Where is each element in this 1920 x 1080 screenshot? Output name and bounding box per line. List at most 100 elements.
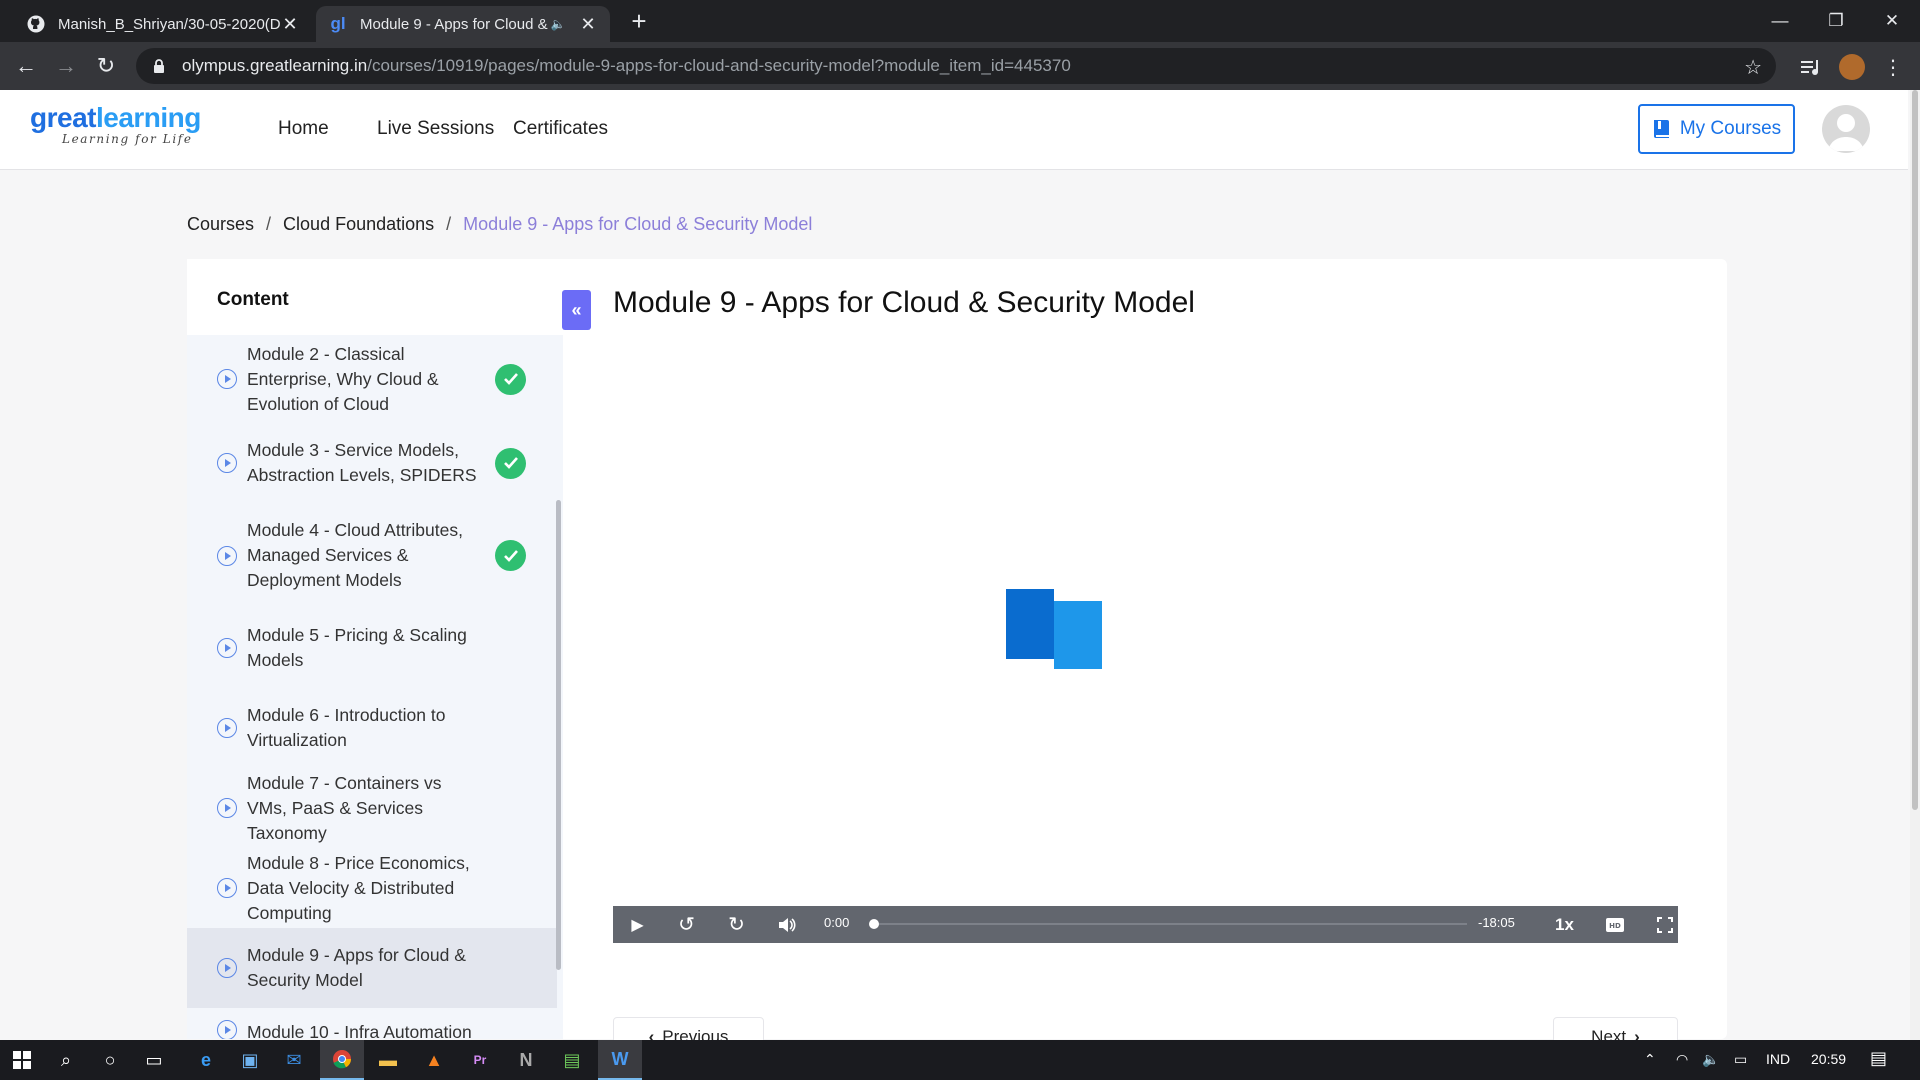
cortana-icon[interactable]: ○ [88, 1040, 132, 1080]
page-title: Module 9 - Apps for Cloud & Security Mod… [613, 286, 1195, 319]
speaker-tray-icon[interactable]: 🔈 [1702, 1051, 1719, 1068]
play-circle-icon [217, 878, 237, 898]
breadcrumb-cloud-foundations[interactable]: Cloud Foundations [283, 214, 434, 235]
breadcrumb-separator: / [446, 214, 452, 234]
windows-taskbar: ⌕ ○ ▭ e ▣ ✉ ▬ ▲ Pr N ▤ W ⌃ ◠ 🔈 ▭ IND 20:… [0, 1040, 1920, 1080]
url-host: olympus.greatlearning.in [182, 56, 368, 75]
store-icon[interactable]: ▣ [228, 1040, 272, 1080]
play-circle-icon [217, 638, 237, 658]
progress-handle[interactable] [869, 919, 879, 929]
user-avatar[interactable] [1822, 105, 1870, 153]
language-indicator[interactable]: IND [1766, 1051, 1790, 1067]
play-icon[interactable]: ▶ [619, 906, 656, 943]
site-header: greatlearning Learning for Life Home Liv… [0, 90, 1908, 170]
back-icon[interactable]: ← [10, 50, 42, 82]
my-courses-button[interactable]: My Courses [1638, 104, 1795, 154]
chrome-icon[interactable] [320, 1040, 364, 1080]
tab-close-icon[interactable]: ✕ [578, 14, 598, 35]
restore-icon[interactable]: ❐ [1808, 0, 1864, 42]
play-circle-icon [217, 798, 237, 818]
page-scrollbar[interactable] [1910, 90, 1920, 1080]
bookmark-star-icon[interactable]: ☆ [1744, 55, 1762, 80]
reload-icon[interactable]: ↻ [90, 50, 122, 82]
volume-icon[interactable] [768, 906, 805, 943]
module-label: Module 7 - Containers vs VMs, PaaS & Ser… [247, 772, 442, 843]
current-time: 0:00 [824, 915, 850, 930]
fullscreen-icon[interactable] [1646, 906, 1683, 943]
playback-speed-button[interactable]: 1x [1546, 906, 1583, 943]
play-circle-icon [217, 369, 237, 389]
check-icon [495, 540, 526, 571]
module-item[interactable]: Module 10 - Infra Automation [187, 1008, 557, 1039]
sidebar-title: Content [217, 289, 289, 310]
forward-skip-icon[interactable]: ↻ [718, 906, 755, 943]
url-path: /courses/10919/pages/module-9-apps-for-c… [367, 56, 1071, 75]
module-item[interactable]: Module 8 - Price Economics, Data Velocit… [187, 848, 557, 928]
browser-tab-strip: Manish_B_Shriyan/30-05-2020(D ✕ gl Modul… [0, 0, 1920, 42]
notifications-icon[interactable]: ▤ [1870, 1048, 1887, 1069]
notepad-icon[interactable]: ▤ [550, 1040, 594, 1080]
edge-icon[interactable]: e [184, 1040, 228, 1080]
nav-certificates[interactable]: Certificates [513, 118, 608, 140]
vlc-icon[interactable]: ▲ [412, 1040, 456, 1080]
module-item[interactable]: Module 4 - Cloud Attributes, Managed Ser… [187, 503, 557, 608]
breadcrumb: Courses / Cloud Foundations / Module 9 -… [187, 214, 812, 235]
play-circle-icon [217, 958, 237, 978]
rewind-icon[interactable]: ↺ [668, 906, 705, 943]
speaker-icon[interactable]: 🔈 [548, 17, 568, 31]
search-icon[interactable]: ⌕ [44, 1040, 88, 1080]
module-item[interactable]: Module 5 - Pricing & Scaling Models [187, 608, 557, 688]
check-icon [495, 363, 526, 395]
my-courses-label: My Courses [1679, 118, 1782, 139]
module-item[interactable]: Module 6 - Introduction to Virtualizatio… [187, 688, 557, 768]
mail-icon[interactable]: ✉ [272, 1040, 316, 1080]
breadcrumb-courses[interactable]: Courses [187, 214, 254, 235]
clock[interactable]: 20:59 [1811, 1051, 1846, 1067]
new-tab-button[interactable]: + [624, 7, 654, 37]
tray-chevron-icon[interactable]: ⌃ [1644, 1051, 1656, 1068]
battery-icon[interactable]: ▭ [1734, 1051, 1747, 1068]
check-icon [495, 447, 526, 479]
module-label: Module 3 - Service Models, Abstraction L… [247, 440, 477, 485]
windows-start-icon[interactable] [0, 1040, 44, 1080]
task-view-icon[interactable]: ▭ [132, 1040, 176, 1080]
nav-home[interactable]: Home [278, 118, 329, 140]
notion-icon[interactable]: N [504, 1040, 548, 1080]
tab-module-9[interactable]: gl Module 9 - Apps for Cloud & Security … [316, 6, 610, 42]
nav-live-sessions[interactable]: Live Sessions [377, 118, 494, 140]
sidebar-header: Content [187, 259, 563, 335]
module-item-active[interactable]: Module 9 - Apps for Cloud & Security Mod… [187, 928, 557, 1008]
module-label: Module 9 - Apps for Cloud & Security Mod… [247, 945, 466, 990]
svg-text:HD: HD [1609, 922, 1621, 930]
tab-github[interactable]: Manish_B_Shriyan/30-05-2020(D ✕ [14, 6, 312, 42]
play-circle-icon [217, 1020, 237, 1039]
book-icon [1653, 120, 1669, 138]
module-item[interactable]: Module 2 - Classical Enterprise, Why Clo… [187, 335, 557, 423]
file-explorer-icon[interactable]: ▬ [366, 1040, 410, 1080]
hd-icon[interactable]: HD [1596, 906, 1633, 943]
tab-title: Module 9 - Apps for Cloud & Security Mod… [360, 15, 548, 33]
module-item[interactable]: Module 7 - Containers vs VMs, PaaS & Ser… [187, 768, 557, 848]
wifi-icon[interactable]: ◠ [1676, 1051, 1688, 1068]
minimize-icon[interactable]: — [1752, 0, 1808, 42]
video-loading-icon [1006, 589, 1104, 671]
word-icon[interactable]: W [598, 1040, 642, 1080]
more-menu-icon[interactable]: ⋮ [1880, 54, 1906, 80]
premiere-icon[interactable]: Pr [458, 1040, 502, 1080]
module-item[interactable]: Module 3 - Service Models, Abstraction L… [187, 423, 557, 503]
forward-icon[interactable]: → [50, 50, 82, 82]
sidebar-scrollbar[interactable] [556, 500, 561, 970]
media-controls-icon[interactable] [1798, 54, 1824, 80]
collapse-sidebar-button[interactable]: « [562, 290, 591, 330]
greatlearning-logo[interactable]: greatlearning Learning for Life [30, 102, 201, 147]
address-bar[interactable]: olympus.greatlearning.in/courses/10919/p… [136, 48, 1776, 84]
tab-close-icon[interactable]: ✕ [280, 14, 300, 35]
logo-text-learning: learning [95, 102, 201, 133]
logo-text-great: great [30, 102, 96, 133]
progress-track[interactable] [873, 923, 1467, 925]
content-sidebar: Content Module 2 - Classical Enterprise,… [187, 259, 563, 1039]
play-circle-icon [217, 718, 237, 738]
profile-avatar[interactable] [1839, 54, 1865, 80]
play-circle-icon [217, 453, 237, 473]
close-window-icon[interactable]: ✕ [1864, 0, 1920, 42]
